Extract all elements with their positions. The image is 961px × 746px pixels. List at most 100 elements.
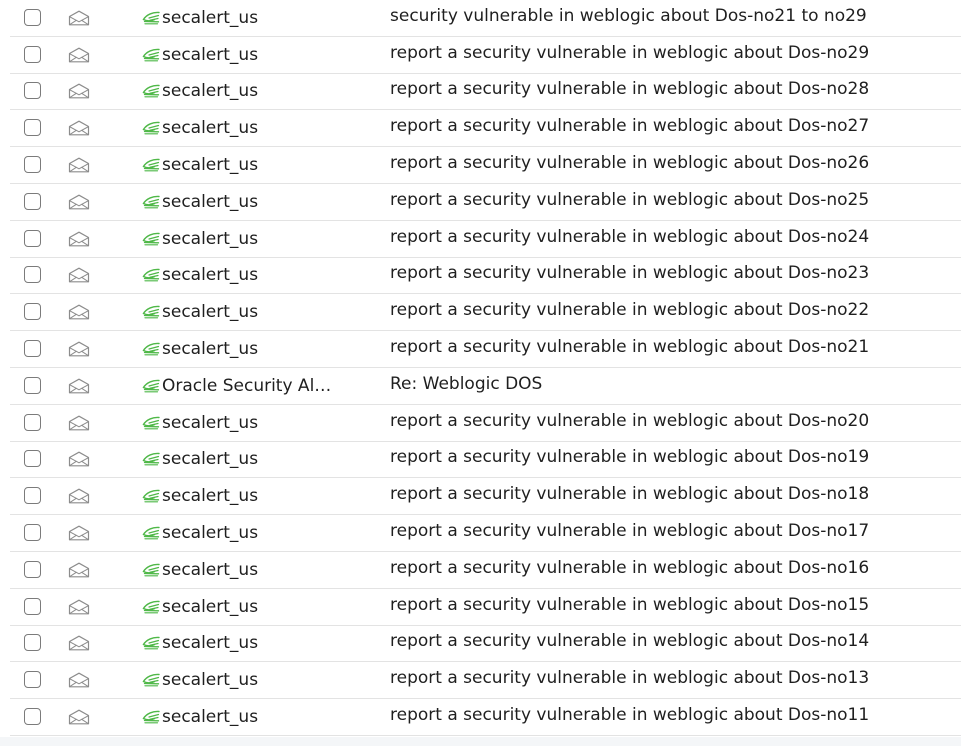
message-list: secalert_us security vulnerable in weblo… bbox=[0, 0, 961, 738]
subject[interactable]: report a security vulnerable in weblogic… bbox=[390, 697, 869, 733]
envelope-open-icon[interactable] bbox=[68, 267, 90, 283]
select-checkbox[interactable] bbox=[24, 671, 41, 689]
select-checkbox[interactable] bbox=[24, 708, 41, 726]
select-checkbox[interactable] bbox=[24, 634, 41, 652]
green-feather-icon bbox=[142, 379, 160, 393]
message-row[interactable]: secalert_us report a security vulnerable… bbox=[10, 331, 961, 368]
sender: secalert_us bbox=[142, 294, 258, 330]
message-row[interactable]: secalert_us report a security vulnerable… bbox=[10, 292, 961, 332]
subject[interactable]: report a security vulnerable in weblogic… bbox=[390, 660, 869, 696]
subject[interactable]: report a security vulnerable in weblogic… bbox=[390, 108, 869, 144]
message-row[interactable]: secalert_us report a security vulnerable… bbox=[10, 699, 961, 736]
message-row[interactable]: Oracle Security Al… Re: Weblogic DOS bbox=[10, 368, 961, 405]
subject[interactable]: report a security vulnerable in weblogic… bbox=[390, 256, 869, 292]
subject[interactable]: report a security vulnerable in weblogic… bbox=[390, 513, 869, 549]
select-checkbox[interactable] bbox=[24, 413, 41, 431]
sender: secalert_us bbox=[142, 662, 258, 698]
subject[interactable]: report a security vulnerable in weblogic… bbox=[390, 145, 869, 181]
subject[interactable]: report a security vulnerable in weblogic… bbox=[390, 72, 869, 108]
sender: secalert_us bbox=[142, 147, 258, 183]
sender-name: secalert_us bbox=[162, 559, 259, 580]
select-checkbox[interactable] bbox=[24, 45, 41, 63]
message-row[interactable]: secalert_us report a security vulnerable… bbox=[10, 108, 961, 148]
subject[interactable]: report a security vulnerable in weblogic… bbox=[390, 329, 869, 365]
sender-name: secalert_us bbox=[162, 339, 259, 360]
subject[interactable]: report a security vulnerable in weblogic… bbox=[390, 624, 869, 660]
envelope-open-icon[interactable] bbox=[68, 672, 90, 688]
sender: secalert_us bbox=[142, 184, 258, 220]
subject[interactable]: report a security vulnerable in weblogic… bbox=[390, 182, 869, 218]
message-row[interactable]: secalert_us report a security vulnerable… bbox=[10, 589, 961, 626]
message-row[interactable]: secalert_us report a security vulnerable… bbox=[10, 147, 961, 184]
message-row[interactable]: secalert_us report a security vulnerable… bbox=[10, 626, 961, 663]
message-row[interactable]: secalert_us report a security vulnerable… bbox=[10, 660, 961, 700]
subject[interactable]: report a security vulnerable in weblogic… bbox=[390, 219, 869, 255]
select-checkbox[interactable] bbox=[24, 340, 41, 358]
envelope-open-icon[interactable] bbox=[68, 378, 90, 394]
envelope-open-icon[interactable] bbox=[68, 10, 90, 26]
green-feather-icon bbox=[142, 48, 160, 62]
message-row[interactable]: secalert_us report a security vulnerable… bbox=[10, 37, 961, 74]
envelope-open-icon[interactable] bbox=[68, 525, 90, 541]
subject[interactable]: report a security vulnerable in weblogic… bbox=[390, 403, 869, 439]
green-feather-icon bbox=[142, 453, 160, 466]
subject[interactable]: report a security vulnerable in weblogic… bbox=[390, 292, 869, 328]
sender: secalert_us bbox=[142, 589, 258, 625]
select-checkbox[interactable] bbox=[24, 487, 41, 505]
select-checkbox[interactable] bbox=[24, 192, 41, 210]
select-checkbox[interactable] bbox=[24, 597, 41, 615]
envelope-open-icon[interactable] bbox=[68, 304, 90, 320]
envelope-open-icon[interactable] bbox=[68, 415, 90, 431]
subject[interactable]: report a security vulnerable in weblogic… bbox=[390, 587, 869, 623]
envelope-open-icon[interactable] bbox=[68, 231, 90, 247]
sender: secalert_us bbox=[142, 221, 258, 257]
envelope-open-icon[interactable] bbox=[68, 47, 90, 63]
select-checkbox[interactable] bbox=[24, 303, 41, 321]
select-checkbox[interactable] bbox=[24, 82, 41, 100]
subject[interactable]: report a security vulnerable in weblogic… bbox=[390, 440, 869, 476]
envelope-open-icon[interactable] bbox=[68, 599, 90, 615]
message-row[interactable]: secalert_us report a security vulnerable… bbox=[10, 515, 961, 552]
subject[interactable]: report a security vulnerable in weblogic… bbox=[390, 550, 869, 586]
subject[interactable]: security vulnerable in weblogic about Do… bbox=[390, 0, 867, 34]
envelope-open-icon[interactable] bbox=[68, 157, 90, 173]
select-checkbox[interactable] bbox=[24, 376, 41, 394]
select-checkbox[interactable] bbox=[24, 450, 41, 468]
envelope-open-icon[interactable] bbox=[68, 562, 90, 578]
sender-name: secalert_us bbox=[162, 44, 259, 65]
message-row[interactable]: secalert_us report a security vulnerable… bbox=[10, 258, 961, 295]
envelope-open-icon[interactable] bbox=[68, 488, 90, 504]
sender: secalert_us bbox=[142, 0, 258, 36]
envelope-open-icon[interactable] bbox=[68, 83, 90, 99]
message-row[interactable]: secalert_us report a security vulnerable… bbox=[10, 184, 961, 221]
message-row[interactable]: secalert_us report a security vulnerable… bbox=[10, 74, 961, 111]
envelope-open-icon[interactable] bbox=[68, 635, 90, 651]
select-checkbox[interactable] bbox=[24, 524, 41, 542]
envelope-open-icon[interactable] bbox=[68, 709, 90, 725]
message-row[interactable]: secalert_us report a security vulnerable… bbox=[10, 552, 961, 589]
message-row[interactable]: secalert_us report a security vulnerable… bbox=[10, 442, 961, 479]
sender-name: secalert_us bbox=[162, 228, 259, 249]
select-checkbox[interactable] bbox=[24, 119, 41, 137]
subject[interactable]: Re: Weblogic DOS bbox=[390, 366, 542, 402]
select-checkbox[interactable] bbox=[24, 266, 41, 284]
green-feather-icon bbox=[142, 342, 160, 356]
sender-name: secalert_us bbox=[162, 486, 259, 507]
envelope-open-icon[interactable] bbox=[68, 120, 90, 136]
subject[interactable]: report a security vulnerable in weblogic… bbox=[390, 476, 869, 512]
envelope-open-icon[interactable] bbox=[68, 451, 90, 467]
message-row[interactable]: secalert_us report a security vulnerable… bbox=[10, 476, 961, 516]
select-checkbox[interactable] bbox=[24, 560, 41, 578]
select-checkbox[interactable] bbox=[24, 8, 41, 26]
green-feather-icon bbox=[142, 637, 160, 650]
message-row[interactable]: secalert_us security vulnerable in weblo… bbox=[10, 0, 961, 37]
subject[interactable]: report a security vulnerable in weblogic… bbox=[390, 35, 869, 71]
select-checkbox[interactable] bbox=[24, 229, 41, 247]
select-checkbox[interactable] bbox=[24, 156, 41, 174]
green-feather-icon bbox=[142, 563, 160, 577]
message-row[interactable]: secalert_us report a security vulnerable… bbox=[10, 221, 961, 258]
sender-name: secalert_us bbox=[162, 596, 259, 617]
envelope-open-icon[interactable] bbox=[68, 341, 90, 357]
envelope-open-icon[interactable] bbox=[68, 194, 90, 210]
message-row[interactable]: secalert_us report a security vulnerable… bbox=[10, 405, 961, 442]
